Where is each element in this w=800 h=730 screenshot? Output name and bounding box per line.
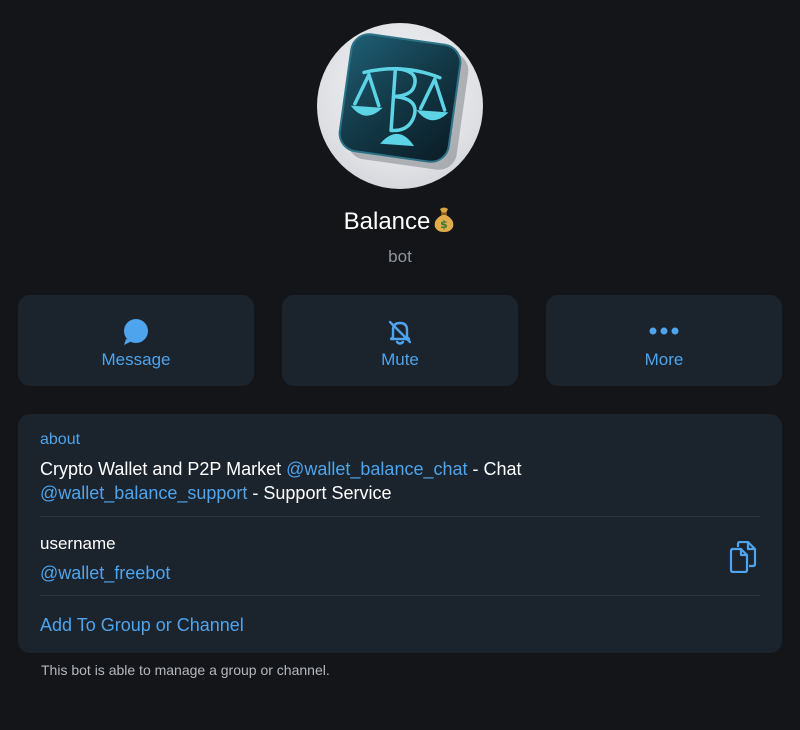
bot-profile-page: Balance $ bot Message Mute More about Cr…: [0, 0, 800, 730]
bot-avatar[interactable]: [317, 23, 483, 189]
about-text-part: - Chat: [467, 459, 522, 479]
footnote: This bot is able to manage a group or ch…: [41, 662, 330, 678]
about-text-part: Crypto Wallet and P2P Market: [40, 459, 287, 479]
copy-icon: [729, 540, 757, 574]
profile-name: Balance $: [0, 206, 800, 241]
more-dots-icon: [649, 317, 679, 347]
chat-bubble-icon: [121, 317, 151, 347]
username-value[interactable]: @wallet_freebot: [40, 561, 170, 585]
profile-name-text: Balance: [343, 208, 431, 235]
add-to-group-button[interactable]: Add To Group or Channel: [40, 613, 244, 637]
money-bag-icon: $: [432, 206, 456, 241]
support-link[interactable]: @wallet_balance_support: [40, 483, 247, 503]
more-button-label: More: [644, 350, 684, 369]
about-text-part: - Support Service: [247, 483, 392, 503]
divider: [40, 595, 760, 596]
chat-link[interactable]: @wallet_balance_chat: [286, 459, 467, 479]
mute-button[interactable]: Mute: [282, 295, 518, 386]
about-label: about: [40, 431, 81, 448]
copy-username-button[interactable]: [728, 540, 758, 574]
info-card: about Crypto Wallet and P2P Market @wall…: [18, 414, 782, 653]
scales-b-logo-icon: [338, 33, 469, 170]
about-text: Crypto Wallet and P2P Market @wallet_bal…: [40, 457, 740, 505]
username-label: username: [40, 534, 116, 553]
more-button[interactable]: More: [546, 295, 782, 386]
message-button-label: Message: [101, 350, 171, 369]
divider: [40, 516, 760, 517]
mute-button-label: Mute: [381, 350, 419, 369]
svg-text:$: $: [441, 218, 449, 231]
message-button[interactable]: Message: [18, 295, 254, 386]
profile-subtitle: bot: [388, 247, 412, 266]
bell-off-icon: [385, 317, 415, 347]
